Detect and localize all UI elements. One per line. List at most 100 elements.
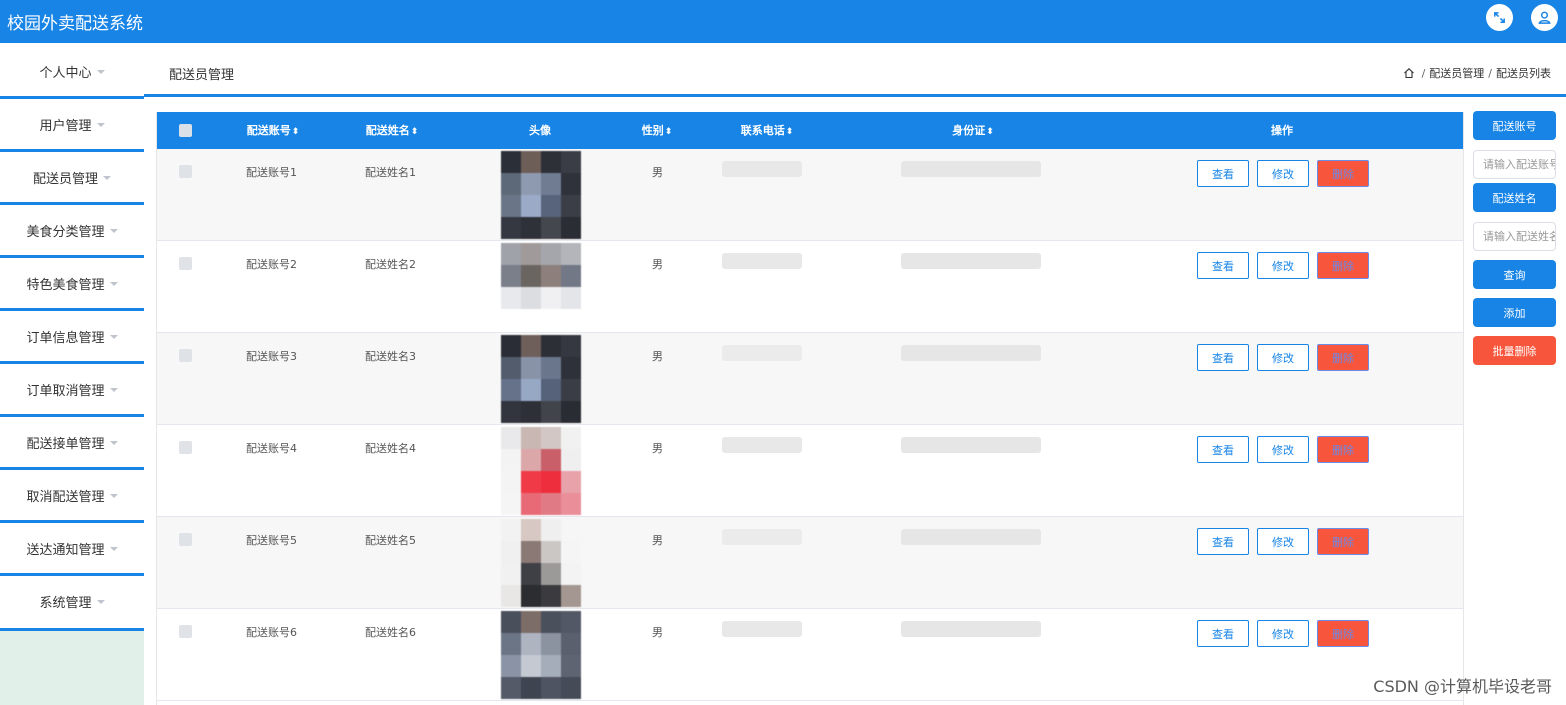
caret-down-icon <box>109 387 118 392</box>
select-all-checkbox[interactable] <box>179 124 192 137</box>
cell-name: 配送姓名6 <box>365 626 416 639</box>
avatar <box>501 427 581 515</box>
sidebar-item-label: 用户管理 <box>39 119 92 134</box>
cell-account: 配送账号4 <box>246 442 297 455</box>
edit-button[interactable]: 修改 <box>1257 252 1309 279</box>
row-checkbox[interactable] <box>179 349 192 362</box>
breadcrumb-item: 配送员列表 <box>1496 67 1551 80</box>
phone-redacted <box>722 161 802 177</box>
row-checkbox[interactable] <box>179 441 192 454</box>
table-row: 配送账号5 配送姓名5 男 查看 修改 删除 <box>157 517 1463 609</box>
sidebar-item-label: 配送员管理 <box>32 172 98 187</box>
sidebar-item-featured-food-management[interactable]: 特色美食管理 <box>0 257 144 310</box>
sidebar-item-delivery-cancel-management[interactable]: 取消配送管理 <box>0 469 144 522</box>
query-button[interactable]: 查询 <box>1473 260 1556 289</box>
caret-down-icon <box>109 440 118 445</box>
avatar <box>501 151 581 239</box>
view-button[interactable]: 查看 <box>1197 160 1249 187</box>
user-icon[interactable] <box>1531 4 1558 31</box>
top-bar: 校园外卖配送系统 <box>0 0 1566 43</box>
edit-button[interactable]: 修改 <box>1257 528 1309 555</box>
sidebar-item-courier-management[interactable]: 配送员管理 <box>0 151 144 204</box>
row-checkbox[interactable] <box>179 625 192 638</box>
cell-gender: 男 <box>652 626 663 639</box>
sidebar-item-label: 订单信息管理 <box>26 331 105 346</box>
phone-redacted <box>722 345 802 361</box>
sidebar-item-delivery-notice-management[interactable]: 送达通知管理 <box>0 522 144 575</box>
home-icon[interactable] <box>1403 67 1415 79</box>
account-label-button[interactable]: 配送账号 <box>1473 111 1556 140</box>
app-title: 校园外卖配送系统 <box>7 14 143 34</box>
sort-icon: ⬍ <box>291 127 300 137</box>
caret-down-icon <box>109 546 118 551</box>
table-row: 配送账号3 配送姓名3 男 查看 修改 删除 <box>157 333 1463 425</box>
delete-button[interactable]: 删除 <box>1317 528 1369 555</box>
breadcrumb-item[interactable]: 配送员管理 <box>1429 65 1484 81</box>
phone-redacted <box>722 529 802 545</box>
sort-icon: ⬍ <box>664 127 673 137</box>
cell-account: 配送账号5 <box>246 534 297 547</box>
sidebar: 个人中心 用户管理 配送员管理 美食分类管理 特色美食管理 订单信息管理 订单取… <box>0 43 144 705</box>
delete-button[interactable]: 删除 <box>1317 252 1369 279</box>
id-card-redacted <box>901 621 1041 637</box>
delete-button[interactable]: 删除 <box>1317 344 1369 371</box>
id-card-redacted <box>901 437 1041 453</box>
column-header-actions: 操作 <box>1271 124 1293 137</box>
view-button[interactable]: 查看 <box>1197 620 1249 647</box>
column-header-phone[interactable]: 联系电话⬍ <box>741 112 794 149</box>
caret-down-icon <box>96 599 105 604</box>
sidebar-item-personal-center[interactable]: 个人中心 <box>0 45 144 98</box>
table-row: 配送账号6 配送姓名6 男 查看 修改 删除 <box>157 609 1463 701</box>
edit-button[interactable]: 修改 <box>1257 436 1309 463</box>
avatar <box>501 611 581 699</box>
view-button[interactable]: 查看 <box>1197 344 1249 371</box>
avatar <box>501 519 581 607</box>
column-header-id-card[interactable]: 身份证⬍ <box>952 112 994 149</box>
batch-delete-button[interactable]: 批量删除 <box>1473 336 1556 365</box>
sidebar-item-system-management[interactable]: 系统管理 <box>0 575 144 628</box>
delete-button[interactable]: 删除 <box>1317 160 1369 187</box>
edit-button[interactable]: 修改 <box>1257 620 1309 647</box>
view-button[interactable]: 查看 <box>1197 252 1249 279</box>
sidebar-item-user-management[interactable]: 用户管理 <box>0 98 144 151</box>
edit-button[interactable]: 修改 <box>1257 160 1309 187</box>
fullscreen-icon[interactable] <box>1486 4 1513 31</box>
sidebar-item-label: 个人中心 <box>39 66 92 81</box>
sidebar-item-order-cancel-management[interactable]: 订单取消管理 <box>0 363 144 416</box>
cell-account: 配送账号6 <box>246 626 297 639</box>
sidebar-item-delivery-accept-management[interactable]: 配送接单管理 <box>0 416 144 469</box>
sidebar-item-label: 送达通知管理 <box>26 543 105 558</box>
delete-button[interactable]: 删除 <box>1317 436 1369 463</box>
sidebar-item-order-info-management[interactable]: 订单信息管理 <box>0 310 144 363</box>
sort-icon: ⬍ <box>410 127 419 137</box>
cell-name: 配送姓名1 <box>365 166 416 179</box>
page-header: 配送员管理 / 配送员管理 / 配送员列表 <box>144 43 1566 97</box>
delete-button[interactable]: 删除 <box>1317 620 1369 647</box>
name-label-button[interactable]: 配送姓名 <box>1473 183 1556 212</box>
row-checkbox[interactable] <box>179 165 192 178</box>
page-title: 配送员管理 <box>169 68 235 83</box>
row-checkbox[interactable] <box>179 257 192 270</box>
sort-icon: ⬍ <box>986 127 994 137</box>
id-card-redacted <box>901 345 1041 361</box>
add-button[interactable]: 添加 <box>1473 298 1556 327</box>
id-card-redacted <box>901 161 1041 177</box>
row-checkbox[interactable] <box>179 533 192 546</box>
table-header: 配送账号⬍ 配送姓名⬍ 头像 性别⬍ 联系电话⬍ 身份证⬍ 操作 <box>157 112 1463 149</box>
column-header-account[interactable]: 配送账号⬍ <box>247 112 300 149</box>
account-search-input[interactable] <box>1473 150 1556 179</box>
edit-button[interactable]: 修改 <box>1257 344 1309 371</box>
caret-down-icon <box>109 493 118 498</box>
cell-name: 配送姓名5 <box>365 534 416 547</box>
sidebar-background <box>0 631 144 705</box>
column-header-gender[interactable]: 性别⬍ <box>642 112 673 149</box>
caret-down-icon <box>103 175 111 180</box>
name-search-input[interactable] <box>1473 222 1556 251</box>
watermark: CSDN @计算机毕设老哥 <box>1373 677 1552 696</box>
sort-icon: ⬍ <box>785 127 794 137</box>
cell-gender: 男 <box>652 258 663 271</box>
column-header-name[interactable]: 配送姓名⬍ <box>366 112 419 149</box>
view-button[interactable]: 查看 <box>1197 528 1249 555</box>
sidebar-item-food-category-management[interactable]: 美食分类管理 <box>0 204 144 257</box>
view-button[interactable]: 查看 <box>1197 436 1249 463</box>
